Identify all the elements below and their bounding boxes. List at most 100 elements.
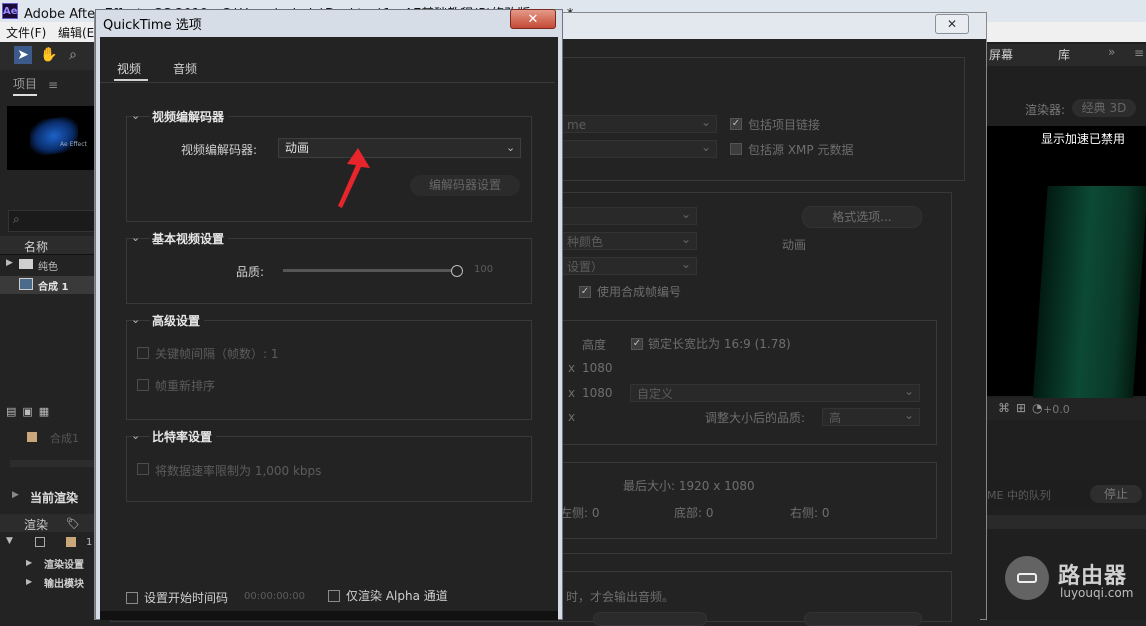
tab-screen[interactable]: 屏幕 xyxy=(989,46,1013,63)
thumbnail-glow xyxy=(30,114,78,158)
chevron-down-icon: ⌄ xyxy=(506,141,516,154)
size-x-mark: x xyxy=(568,410,576,424)
project-footer-icons[interactable]: ▤▣▦ xyxy=(6,405,96,419)
column-render[interactable]: 渲染 xyxy=(24,516,48,533)
bitrate-header[interactable]: 比特率设置 xyxy=(150,428,217,445)
render-checkbox[interactable] xyxy=(35,537,45,547)
quality-label: 品质: xyxy=(236,265,265,279)
codec-section-header[interactable]: 视频编解码器 xyxy=(150,108,229,125)
stop-button[interactable]: 停止 xyxy=(1090,485,1142,503)
include-project-link-label: 包括项目链接 xyxy=(748,118,821,132)
reorder-checkbox[interactable] xyxy=(137,379,149,391)
crop-bottom[interactable]: 底部: 0 xyxy=(674,504,714,521)
include-project-link-checkbox[interactable]: ✓ xyxy=(730,118,742,130)
annotation-arrow-icon xyxy=(338,148,370,208)
render-settings-row[interactable]: 渲染设置 xyxy=(44,556,84,571)
codec-section xyxy=(126,116,532,222)
tag-icon: 🏷 xyxy=(66,517,80,530)
lock-aspect-label: 锁定长宽比为 16:9 (1.78) xyxy=(648,337,791,351)
resize-quality-dropdown[interactable]: 高 xyxy=(822,406,920,426)
use-comp-frame-checkbox[interactable]: ✓ xyxy=(579,286,591,298)
viewer-controls-icons[interactable]: ⌘⊞◔ xyxy=(998,401,1049,415)
include-xmp-checkbox[interactable] xyxy=(730,143,742,155)
format-dropdown[interactable]: me xyxy=(560,113,717,133)
resize-height-value: 1080 xyxy=(582,361,613,375)
bitrate-limit-checkbox[interactable] xyxy=(137,463,149,475)
collapse-arrow-icon[interactable]: ▼ xyxy=(6,536,13,546)
codec-label: 视频编解码器: xyxy=(181,143,258,157)
media-encoder-queue-label[interactable]: ME 中的队列 xyxy=(987,487,1051,503)
column-name[interactable]: 名称 xyxy=(24,238,48,255)
quality-value[interactable]: 100 xyxy=(474,264,493,275)
final-size-label: 最后大小: 1920 x 1080 xyxy=(623,479,755,493)
expand-arrow-icon[interactable]: ▶ xyxy=(6,258,13,268)
lock-aspect-checkbox[interactable]: ✓ xyxy=(631,338,643,350)
selection-tool-icon[interactable]: ➤ xyxy=(14,46,32,64)
tab-library[interactable]: 库 xyxy=(1058,46,1070,63)
project-column-header xyxy=(0,236,100,255)
resize-to-height[interactable]: 1080 xyxy=(582,386,613,400)
exposure-value[interactable]: +0.0 xyxy=(1043,403,1070,416)
tab-video[interactable]: 视频 xyxy=(117,60,141,77)
progress-bar xyxy=(10,460,100,467)
resize-preset-dropdown[interactable]: 自定义 xyxy=(630,382,920,402)
color-dropdown[interactable]: 设置） xyxy=(560,255,697,275)
preview-content xyxy=(1032,186,1146,406)
alpha-only-checkbox[interactable] xyxy=(328,590,340,602)
renderer-dropdown[interactable]: 经典 3D xyxy=(1072,99,1136,117)
label-color-swatch xyxy=(27,432,37,442)
gpu-acceleration-notice: 显示加速已禁用 xyxy=(1041,132,1126,146)
more-panels-icon[interactable]: » xyxy=(1108,45,1115,59)
expand-arrow-icon[interactable]: ▶ xyxy=(26,577,32,586)
router-icon xyxy=(1017,573,1037,583)
project-search-input[interactable] xyxy=(8,210,100,232)
crop-left[interactable]: 左侧: 0 xyxy=(560,504,600,521)
renderer-label: 渲染器: xyxy=(1025,103,1066,117)
menu-file[interactable]: 文件(F) xyxy=(6,24,46,41)
close-icon[interactable]: ✕ xyxy=(935,14,969,34)
current-render-label: 当前渲染 xyxy=(30,491,79,505)
output-module-row[interactable]: 输出模块 xyxy=(44,575,84,590)
collapse-chevron-icon[interactable]: ⌄ xyxy=(131,313,140,326)
advanced-header[interactable]: 高级设置 xyxy=(150,312,205,329)
crop-right[interactable]: 右侧: 0 xyxy=(790,504,830,521)
bitrate-limit-label: 将数据速率限制为 1,000 kbps xyxy=(155,464,322,478)
tab-project[interactable]: 项目 xyxy=(13,75,38,96)
quality-slider-handle[interactable] xyxy=(451,265,463,277)
resize-quality-label: 调整大小后的品质: xyxy=(705,411,806,425)
panel-menu-icon[interactable]: ≡ xyxy=(1134,46,1144,60)
post-render-dropdown[interactable] xyxy=(560,138,717,158)
depth-dropdown[interactable]: 种颜色 xyxy=(560,230,697,250)
basic-video-header[interactable]: 基本视频设置 xyxy=(150,230,229,247)
collapse-chevron-icon[interactable]: ⌄ xyxy=(131,109,140,122)
size-x-mark: x xyxy=(568,361,576,375)
close-icon[interactable]: ✕ xyxy=(510,9,556,29)
timecode-value[interactable]: 00:00:00:00 xyxy=(244,591,305,602)
keyframe-checkbox[interactable] xyxy=(137,347,149,359)
audio-format-button[interactable] xyxy=(804,612,922,626)
codec-settings-button[interactable]: 编解码器设置 xyxy=(410,175,520,196)
collapse-chevron-icon[interactable]: ⌄ xyxy=(131,231,140,244)
crop-box xyxy=(560,462,937,539)
zoom-tool-icon[interactable]: ⌕ xyxy=(64,46,82,64)
channels-dropdown[interactable] xyxy=(560,205,697,225)
codec-summary: 动画 xyxy=(782,238,807,252)
codec-select[interactable]: 动画 xyxy=(278,138,521,158)
expand-arrow-icon[interactable]: ▶ xyxy=(26,558,32,567)
panel-menu-icon[interactable]: ≡ xyxy=(48,78,58,92)
dialog-footer xyxy=(100,611,558,620)
thumbnail-text: Ae Effect xyxy=(60,141,87,148)
format-options-button[interactable]: 格式选项... xyxy=(802,206,922,228)
advanced-section xyxy=(126,320,532,420)
expand-arrow-icon[interactable]: ▶ xyxy=(12,490,19,500)
quality-slider-track[interactable] xyxy=(283,269,456,272)
search-icon: ⌕ xyxy=(13,212,20,226)
folder-icon xyxy=(19,259,33,269)
menu-edit[interactable]: 编辑(E) xyxy=(58,24,99,41)
tab-audio[interactable]: 音频 xyxy=(173,60,197,77)
start-timecode-checkbox[interactable] xyxy=(126,592,138,604)
audio-dropdown[interactable] xyxy=(593,612,707,626)
hand-tool-icon[interactable]: ✋ xyxy=(40,46,58,64)
collapse-chevron-icon[interactable]: ⌄ xyxy=(131,429,140,442)
audio-note: 时，才会输出音频。 xyxy=(566,590,675,604)
